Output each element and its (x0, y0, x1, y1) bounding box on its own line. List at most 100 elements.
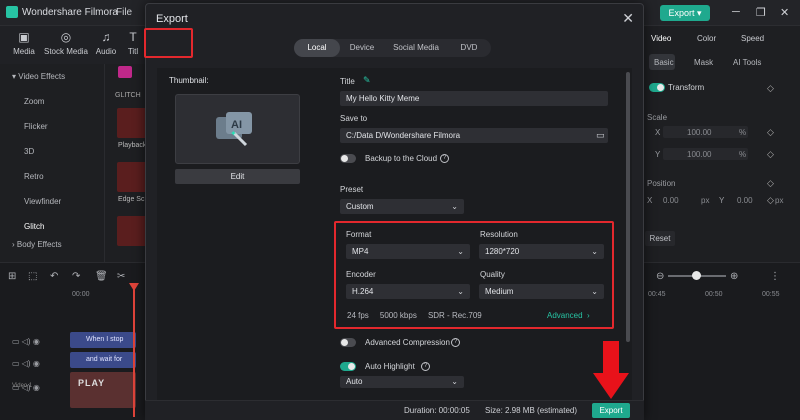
sidebar-item-viewfinder[interactable]: Viewfinder (24, 197, 61, 206)
select-tool-icon[interactable]: ⬚ (28, 271, 37, 282)
dialog-scrollbar[interactable] (626, 72, 630, 342)
effect-thumbnail[interactable] (117, 108, 147, 138)
transform-label: Transform (668, 83, 705, 92)
keyframe-icon[interactable]: ◇ (767, 178, 774, 189)
tab-social-media[interactable]: Social Media (386, 39, 446, 57)
auto-highlight-select[interactable]: Auto ⌄ (340, 376, 464, 388)
audio-icon: ♫ (101, 30, 111, 44)
subtab-basic[interactable]: Basic (654, 58, 674, 67)
backup-help-icon[interactable]: ? (440, 154, 449, 163)
tab-dvd[interactable]: DVD (450, 39, 488, 57)
keyframe-icon[interactable]: ◇ (767, 149, 774, 160)
reset-button[interactable]: Reset (645, 231, 675, 246)
auto-highlight-help-icon[interactable]: ? (421, 362, 430, 371)
keyframe-icon[interactable]: ◇ (767, 127, 774, 138)
track-lock-icon[interactable]: ▭ ◁) ◉ (12, 359, 40, 368)
titles-tab[interactable]: T Titl (122, 30, 144, 56)
stock-media-icon: ◎ (60, 30, 72, 44)
effect-add-icon[interactable] (118, 66, 132, 78)
fit-icon[interactable]: ⋮ (770, 271, 780, 282)
sidebar-item-retro[interactable]: Retro (24, 172, 44, 181)
media-tab-label: Media (13, 47, 35, 56)
effect-thumbnail-label: Playback (118, 142, 147, 149)
top-export-label: Export (668, 8, 695, 18)
maximize-icon[interactable]: ❐ (756, 6, 766, 19)
delete-icon[interactable]: 🗑 (95, 271, 108, 282)
undo-icon[interactable]: ↶ (50, 271, 58, 282)
zoom-out-icon[interactable]: ⊖ (656, 271, 664, 282)
format-select[interactable]: MP4 ⌄ (346, 244, 470, 259)
tab-local[interactable]: Local (294, 39, 340, 57)
format-label: Format (346, 230, 372, 239)
pos-y-axis: Y (719, 196, 725, 205)
cut-icon[interactable]: ✂ (117, 271, 125, 282)
body-effects-heading[interactable]: › Body Effects (12, 240, 62, 249)
titles-label: Titl (127, 47, 139, 56)
stock-media-tab[interactable]: ◎ Stock Media (42, 30, 90, 56)
audio-tab[interactable]: ♫ Audio (88, 30, 124, 56)
tab-video[interactable]: Video (651, 34, 671, 43)
track-lock-icon[interactable]: ▭ ◁) ◉ (12, 337, 40, 346)
sidebar-item-zoom[interactable]: Zoom (24, 97, 44, 106)
tab-device[interactable]: Device (342, 39, 382, 57)
close-icon[interactable]: ✕ (622, 10, 634, 27)
pos-x-value: 0.00 (663, 196, 679, 205)
redo-icon[interactable]: ↷ (72, 271, 80, 282)
thumbnail-label: Thumbnail: (169, 76, 209, 85)
backup-cloud-toggle[interactable] (340, 154, 356, 163)
glitch-group-label: GLITCH (115, 92, 141, 99)
resolution-value: 1280*720 (485, 247, 520, 256)
file-menu[interactable]: File (116, 7, 132, 18)
keyframe-icon[interactable]: ◇ (767, 83, 774, 94)
zoom-in-icon[interactable]: ⊕ (730, 271, 738, 282)
window-close-icon[interactable]: ✕ (780, 6, 789, 19)
export-button[interactable]: Export (592, 403, 630, 418)
subtab-ai-tools[interactable]: AI Tools (733, 58, 761, 67)
grid-icon[interactable]: ⊞ (8, 271, 16, 282)
properties-panel: Video Color Speed Basic Mask AI Tools Tr… (640, 26, 800, 262)
encoder-label: Encoder (346, 270, 376, 279)
video-effects-heading[interactable]: ▾ Video Effects (12, 72, 65, 81)
timeline-timecode: 00:00 (72, 291, 90, 298)
effect-thumbnail[interactable] (117, 216, 147, 246)
zoom-slider-handle[interactable] (692, 271, 701, 280)
pos-x-axis: X (647, 196, 653, 205)
preset-value: Custom (346, 202, 374, 211)
save-to-input[interactable]: C:/Data D/Wondershare Filmora (340, 128, 608, 143)
sidebar-item-glitch[interactable]: Glitch (24, 222, 44, 231)
sidebar-item-3d[interactable]: 3D (24, 147, 34, 156)
video-clip[interactable]: PLAY (70, 372, 136, 408)
top-export-button[interactable]: Export ▾ (660, 5, 710, 21)
svg-text:✦: ✦ (230, 129, 237, 138)
subtab-mask[interactable]: Mask (694, 58, 713, 67)
ai-edit-title-icon[interactable]: ✎ (363, 75, 371, 86)
compression-help-icon[interactable]: ? (451, 338, 460, 347)
effect-thumbnail[interactable] (117, 162, 147, 192)
quality-select[interactable]: Medium ⌄ (479, 284, 604, 299)
tab-color[interactable]: Color (697, 34, 716, 43)
title-input[interactable]: My Hello Kitty Meme (340, 91, 608, 106)
scale-y-unit: % (739, 150, 747, 159)
advanced-settings-link[interactable]: Advanced › (547, 311, 590, 320)
minimize-icon[interactable]: ─ (732, 6, 740, 18)
scale-x-unit: % (739, 128, 747, 137)
title-clip[interactable]: and wait for (70, 352, 136, 368)
auto-highlight-toggle[interactable] (340, 362, 356, 371)
sidebar-item-flicker[interactable]: Flicker (24, 122, 48, 131)
advanced-compression-toggle[interactable] (340, 338, 356, 347)
title-clip[interactable]: When I stop (70, 332, 136, 348)
media-tab[interactable]: ▣ Media (6, 30, 42, 56)
keyframe-icon[interactable]: ◇ (767, 195, 774, 206)
folder-icon[interactable]: ▭ (596, 130, 605, 141)
transform-toggle[interactable] (649, 83, 665, 92)
edit-thumbnail-button[interactable]: Edit (175, 169, 300, 184)
media-toolbar: ▣ Media ◎ Stock Media ♫ Audio T Titl (0, 26, 145, 64)
playhead[interactable] (133, 285, 135, 417)
resolution-select[interactable]: 1280*720 ⌄ (479, 244, 604, 259)
pos-y-value: 0.00 (737, 196, 753, 205)
scale-y-value: 100.00 (687, 150, 712, 159)
encoder-select[interactable]: H.264 ⌄ (346, 284, 470, 299)
chevron-down-icon: ⌄ (591, 247, 598, 256)
preset-select[interactable]: Custom ⌄ (340, 199, 464, 214)
tab-speed[interactable]: Speed (741, 34, 764, 43)
